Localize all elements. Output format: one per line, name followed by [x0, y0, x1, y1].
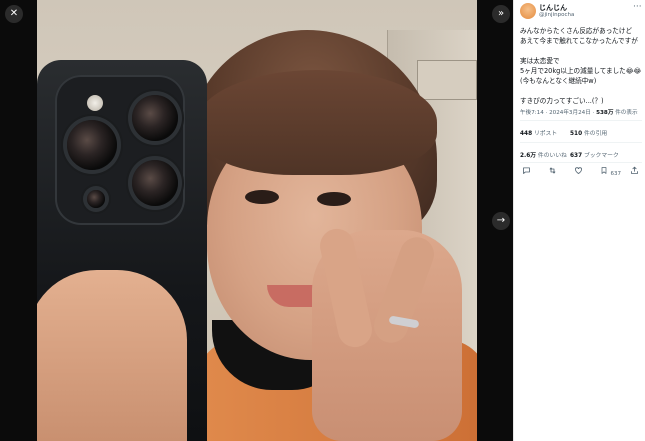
- holding-hand: [37, 270, 187, 441]
- share-button[interactable]: [630, 166, 639, 177]
- reposts-stat[interactable]: 448 リポスト: [520, 128, 557, 137]
- next-image-button[interactable]: →: [492, 212, 510, 230]
- like-button[interactable]: [574, 166, 583, 177]
- more-options-button[interactable]: ···: [633, 2, 642, 12]
- reply-button[interactable]: [522, 166, 531, 177]
- bookmark-icon: [601, 167, 607, 174]
- camera-lens: [132, 160, 178, 206]
- post-line: [520, 46, 642, 56]
- post-line: すきぴの力ってすごい...(？): [520, 97, 604, 105]
- bookmark-count: 637: [610, 171, 622, 177]
- post-date[interactable]: 2024年3月24日: [549, 110, 591, 116]
- avatar[interactable]: [520, 3, 536, 19]
- media-viewer: ✕ » →: [0, 0, 513, 441]
- camera-lens: [132, 95, 178, 141]
- share-icon: [631, 166, 638, 174]
- left-eye: [245, 190, 279, 204]
- post-line: みんなからたくさん反応があったけど: [520, 27, 633, 35]
- likes-stat[interactable]: 2.6万 件のいいね: [520, 150, 567, 159]
- post-meta: 午後7:14 · 2024年3月24日 · 538万 件の表示: [520, 110, 638, 116]
- bookmarks-count: 637: [570, 153, 583, 159]
- post-line: [520, 86, 642, 96]
- hair-fringe: [197, 70, 437, 175]
- post-text: みんなからたくさん反応があったけど あえて今まで触れてこなかったんですが 実は太…: [520, 26, 642, 106]
- likes-label: 件のいいね: [537, 153, 567, 159]
- bookmark-button[interactable]: 637: [600, 166, 621, 177]
- reply-icon: [523, 167, 530, 174]
- action-bar: 637: [520, 166, 642, 178]
- post-line: あえて今まで触れてこなかったんですが: [520, 37, 638, 45]
- quotes-count: 510: [570, 131, 583, 137]
- divider: [520, 162, 642, 163]
- selfie-photo: [37, 0, 477, 441]
- post-line: 5ヶ月で20kg以上の減量してました😂😂: [520, 67, 642, 75]
- camera-sensor: [87, 190, 105, 208]
- right-eye: [317, 192, 351, 206]
- reposts-count: 448: [520, 131, 533, 137]
- views-count: 538万: [596, 110, 614, 116]
- close-button[interactable]: ✕: [5, 5, 23, 23]
- bookmarks-label: ブックマーク: [583, 153, 619, 159]
- divider: [520, 120, 642, 121]
- door-panel: [417, 60, 477, 100]
- camera-lens: [67, 120, 117, 170]
- repost-icon: [549, 167, 556, 174]
- collapse-sidebar-button[interactable]: »: [492, 5, 510, 23]
- repost-button[interactable]: [548, 166, 557, 177]
- reposts-label: リポスト: [533, 131, 558, 137]
- post-line: 実は太恋愛で: [520, 57, 560, 65]
- user-handle[interactable]: @jinjinpocha: [539, 12, 574, 18]
- quotes-label: 件の引用: [583, 131, 608, 137]
- bookmarks-stat[interactable]: 637 ブックマーク: [570, 150, 619, 159]
- divider: [520, 142, 642, 143]
- likes-count: 2.6万: [520, 153, 537, 159]
- heart-icon: [575, 167, 582, 174]
- post-line: (今もなんとなく継続中w): [520, 77, 597, 85]
- post-time[interactable]: 午後7:14: [520, 110, 544, 116]
- quotes-stat[interactable]: 510 件の引用: [570, 128, 607, 137]
- camera-flash: [87, 95, 103, 111]
- post-sidebar: じんじん @jinjinpocha ··· みんなからたくさん反応があったけど …: [513, 0, 645, 441]
- views-label: 件の表示: [615, 110, 638, 116]
